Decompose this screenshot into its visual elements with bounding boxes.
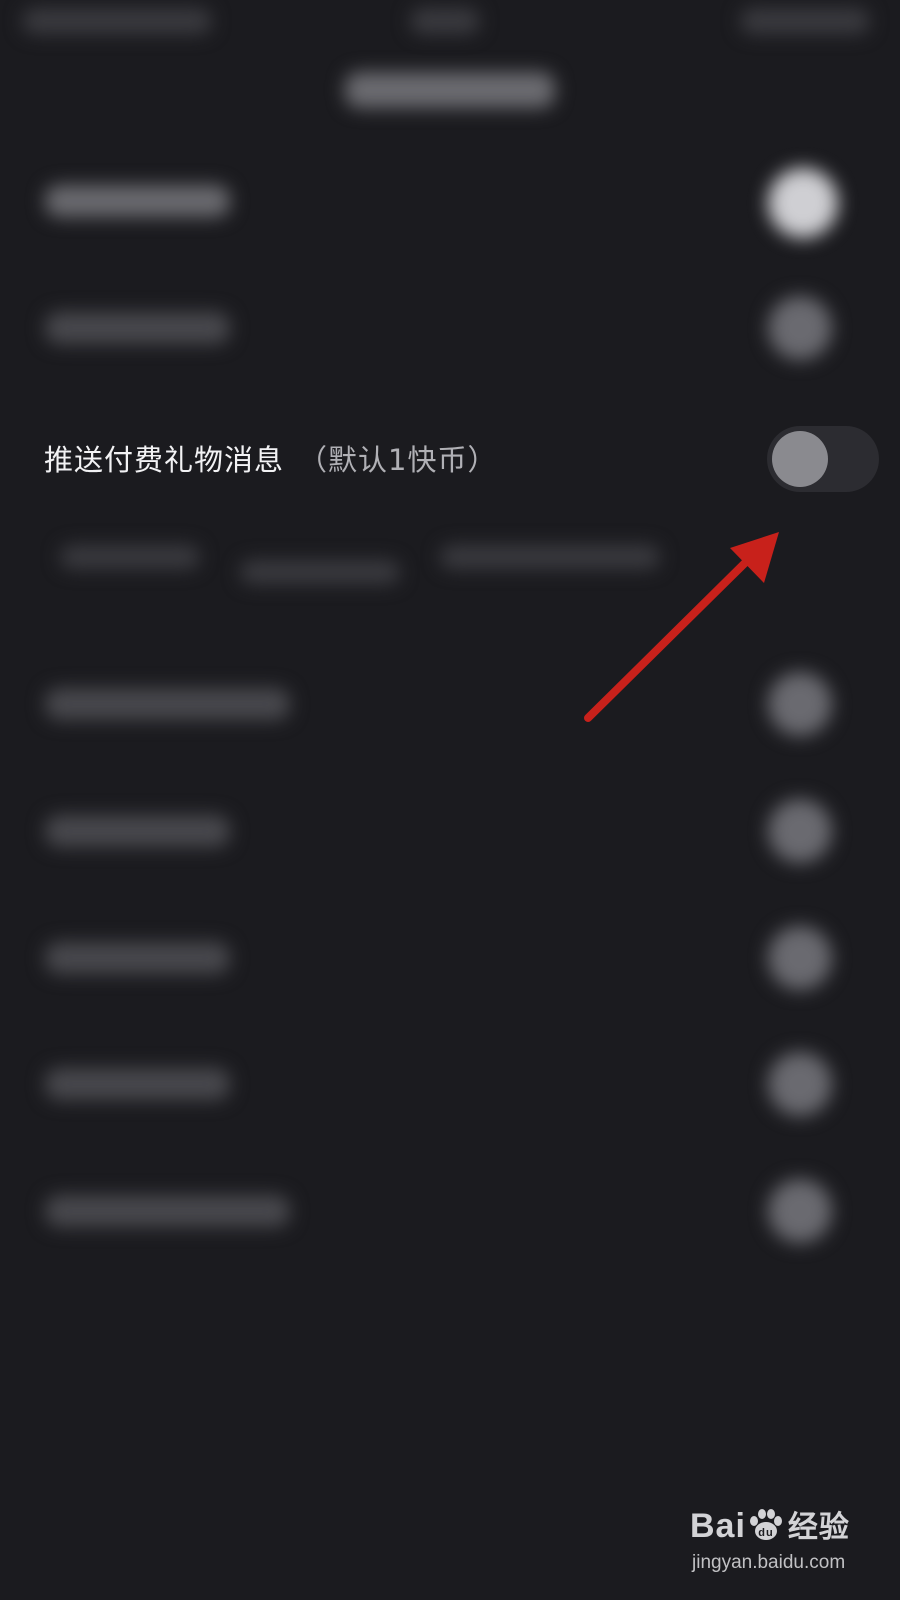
description-blur-1 xyxy=(60,545,200,569)
toggle-knob xyxy=(772,431,828,487)
watermark-url: jingyan.baidu.com xyxy=(692,1552,846,1573)
setting-row-7-label-blur[interactable] xyxy=(45,1068,230,1100)
setting-row-4-toggle-blur[interactable] xyxy=(768,672,832,736)
setting-row-1-label-blur[interactable] xyxy=(45,185,230,217)
svg-text:du: du xyxy=(758,1527,773,1539)
setting-row-8-label-blur[interactable] xyxy=(45,1195,290,1227)
watermark-brand-text: Bai xyxy=(690,1507,746,1545)
setting-row-5-label-blur[interactable] xyxy=(45,815,230,847)
baidu-jingyan-watermark: Bai du 经验 jingyan.baidu.com xyxy=(690,1502,870,1582)
paid-gift-push-title: 推送付费礼物消息 xyxy=(44,443,285,477)
setting-row-1-toggle-blur[interactable] xyxy=(768,168,838,238)
paid-gift-push-label: 推送付费礼物消息 （默认1快币） xyxy=(44,440,497,480)
description-blur-3 xyxy=(440,545,660,569)
setting-row-4-label-blur[interactable] xyxy=(45,688,290,720)
setting-row-8-toggle-blur[interactable] xyxy=(768,1179,832,1243)
annotation-arrow xyxy=(584,532,779,722)
settings-screen: 推送付费礼物消息 （默认1快币） Bai du 经验 jingyan.baidu… xyxy=(0,0,900,1600)
watermark-brand: Bai du 经验 xyxy=(690,1502,850,1546)
description-blur-2 xyxy=(240,560,400,584)
header-title-blur xyxy=(345,72,555,108)
status-bar-blur-right xyxy=(740,8,870,34)
watermark-brand-suffix: 经验 xyxy=(787,1511,850,1544)
setting-row-5-toggle-blur[interactable] xyxy=(768,799,832,863)
status-bar-blur-left xyxy=(22,8,212,34)
setting-row-2-label-blur[interactable] xyxy=(45,312,230,344)
paw-icon: du xyxy=(749,1509,782,1540)
setting-row-6-toggle-blur[interactable] xyxy=(768,926,832,990)
setting-row-2-toggle-blur[interactable] xyxy=(768,296,832,360)
setting-row-6-label-blur[interactable] xyxy=(45,942,230,974)
paid-gift-push-hint: （默认1快币） xyxy=(298,443,498,477)
status-bar-blur-center xyxy=(410,8,480,34)
setting-row-7-toggle-blur[interactable] xyxy=(768,1052,832,1116)
paid-gift-push-toggle[interactable] xyxy=(767,426,879,492)
